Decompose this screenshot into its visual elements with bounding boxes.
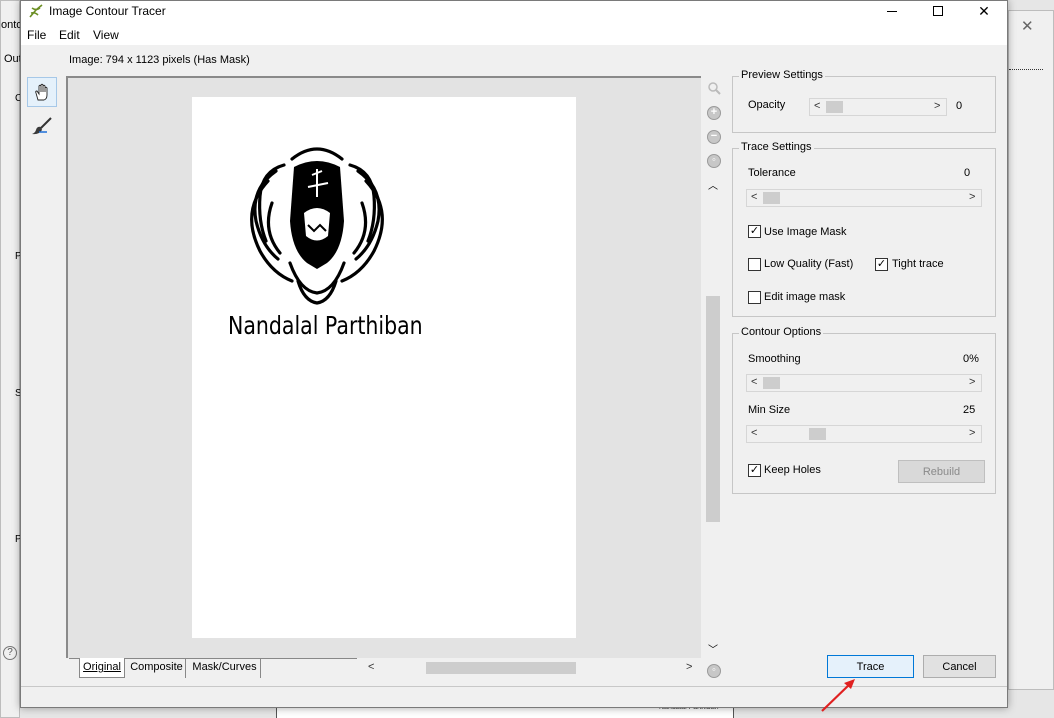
brush-icon (32, 117, 52, 135)
mask-brush-tool-button[interactable] (27, 111, 57, 141)
background-ruler (1009, 69, 1043, 73)
maximize-button[interactable] (915, 1, 961, 21)
preview-page: Nandalal Parthiban (192, 97, 576, 638)
tolerance-left-arrow-icon[interactable]: < (751, 191, 757, 203)
close-button[interactable]: ✕ (961, 1, 1007, 21)
scroll-down-arrow-icon[interactable]: ﹀ (708, 641, 718, 656)
use-image-mask-checkbox[interactable]: ✓ (748, 225, 761, 238)
opacity-left-arrow-icon[interactable]: < (814, 100, 820, 112)
smoothing-label: Smoothing (748, 353, 801, 365)
maximize-icon (933, 6, 943, 16)
scroll-up-arrow-icon[interactable]: ︿ (708, 177, 718, 192)
min-size-slider[interactable]: < > (746, 425, 982, 443)
menu-view[interactable]: View (93, 28, 119, 42)
opacity-value: 0 (956, 100, 963, 112)
horizontal-scroll-thumb[interactable] (426, 662, 576, 674)
tolerance-value: 0 (964, 167, 971, 179)
minimize-button[interactable] (869, 1, 915, 21)
zoom-fit-icon[interactable]: ◦ (707, 154, 721, 168)
preview-settings-group: Preview Settings Opacity < > 0 (732, 69, 996, 133)
background-bottom-strip: Nandalal Parthiban (276, 704, 734, 718)
rebuild-button[interactable]: Rebuild (898, 460, 985, 483)
tab-original-label: Original (83, 661, 121, 673)
opacity-label: Opacity (748, 99, 786, 111)
status-bar (21, 686, 1007, 707)
tolerance-slider-thumb[interactable] (763, 192, 780, 204)
low-quality-label[interactable]: Low Quality (Fast) (764, 258, 853, 270)
opacity-slider-thumb[interactable] (826, 101, 843, 113)
keep-holes-label[interactable]: Keep Holes (764, 464, 821, 476)
background-close-icon[interactable]: ✕ (1021, 17, 1034, 35)
contour-options-group: Contour Options Smoothing 0% < > Min Siz… (732, 326, 996, 494)
trace-settings-legend: Trace Settings (739, 141, 814, 153)
tight-trace-checkbox[interactable]: ✓ (875, 258, 888, 271)
opacity-right-arrow-icon[interactable]: > (934, 100, 940, 112)
annotation-arrow (821, 679, 855, 712)
low-quality-checkbox[interactable] (748, 258, 761, 271)
scroll-right-arrow-icon[interactable]: > (686, 661, 692, 673)
background-window-left: onto Out C P S P ? (0, 0, 22, 718)
tab-mask-curves-label: Mask/Curves (192, 661, 257, 673)
preview-horizontal-scrollbar[interactable]: < > (364, 660, 700, 678)
scroll-left-arrow-icon[interactable]: < (368, 661, 374, 673)
preview-canvas[interactable]: Nandalal Parthiban (66, 76, 701, 658)
keep-holes-checkbox[interactable]: ✓ (748, 464, 761, 477)
rebuild-button-label: Rebuild (922, 465, 961, 478)
use-image-mask-label[interactable]: Use Image Mask (764, 226, 847, 238)
background-window-right: ✕ (1008, 10, 1054, 690)
preview-vertical-scrollbar[interactable]: ︿ ﹀ (705, 175, 721, 657)
menu-edit[interactable]: Edit (59, 28, 80, 42)
smoothing-slider-thumb[interactable] (763, 377, 780, 389)
contour-options-legend: Contour Options (739, 326, 824, 338)
vertical-scroll-thumb[interactable] (706, 296, 720, 522)
hand-icon (35, 83, 48, 101)
tab-original[interactable]: Original (79, 658, 125, 678)
title-bar: Image Contour Tracer ✕ (21, 1, 1007, 23)
min-size-slider-thumb[interactable] (809, 428, 826, 440)
min-size-right-arrow-icon[interactable]: > (969, 427, 975, 439)
edit-image-mask-checkbox[interactable] (748, 291, 761, 304)
image-info-label: Image: 794 x 1123 pixels (Has Mask) (69, 54, 250, 66)
cancel-button-label: Cancel (942, 660, 977, 673)
smoothing-value: 0% (963, 353, 979, 365)
min-size-value: 25 (963, 404, 976, 416)
smoothing-slider[interactable]: < > (746, 374, 982, 392)
tab-composite-label: Composite (130, 661, 183, 673)
edit-image-mask-label[interactable]: Edit image mask (764, 291, 845, 303)
navigator-icon[interactable]: ◦ (707, 664, 721, 678)
help-icon[interactable]: ? (3, 646, 17, 660)
window-title: Image Contour Tracer (49, 4, 166, 18)
image-contour-tracer-dialog: Image Contour Tracer ✕ File Edit View Im… (20, 0, 1008, 708)
zoom-search-icon[interactable] (707, 81, 721, 98)
menu-file[interactable]: File (27, 28, 46, 42)
close-icon: ✕ (978, 2, 990, 19)
zoom-out-icon[interactable]: − (707, 130, 721, 144)
cancel-button[interactable]: Cancel (923, 655, 996, 678)
opacity-slider[interactable]: < > (809, 98, 947, 116)
app-icon (29, 4, 43, 21)
tight-trace-label[interactable]: Tight trace (892, 258, 944, 270)
min-size-label: Min Size (748, 404, 791, 416)
logo-caption-text: Nandalal Parthiban (228, 311, 423, 340)
lion-logo-image (250, 147, 384, 305)
tab-mask-curves[interactable]: Mask/Curves (189, 658, 261, 678)
tolerance-slider[interactable]: < > (746, 189, 982, 207)
min-size-left-arrow-icon[interactable]: < (751, 427, 757, 439)
zoom-in-icon[interactable]: + (707, 106, 721, 120)
smoothing-left-arrow-icon[interactable]: < (751, 376, 757, 388)
tolerance-right-arrow-icon[interactable]: > (969, 191, 975, 203)
tab-composite[interactable]: Composite (128, 658, 186, 678)
hand-tool-button[interactable] (27, 77, 57, 107)
trace-button[interactable]: Trace (827, 655, 914, 678)
trace-button-label: Trace (856, 660, 885, 673)
minimize-icon (887, 10, 897, 12)
tolerance-label: Tolerance (748, 167, 796, 179)
preview-settings-legend: Preview Settings (739, 69, 825, 81)
trace-settings-group: Trace Settings Tolerance 0 < > ✓ Use Ima… (732, 141, 996, 317)
smoothing-right-arrow-icon[interactable]: > (969, 376, 975, 388)
menu-bar: File Edit View (21, 23, 1007, 45)
